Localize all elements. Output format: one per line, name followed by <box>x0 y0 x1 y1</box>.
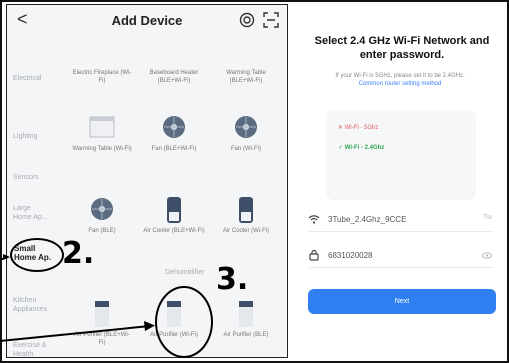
step3-arrow <box>0 325 151 342</box>
step3-arrowhead <box>144 321 155 331</box>
step2-arrowhead <box>3 254 10 260</box>
annotation-arrows <box>0 254 155 342</box>
